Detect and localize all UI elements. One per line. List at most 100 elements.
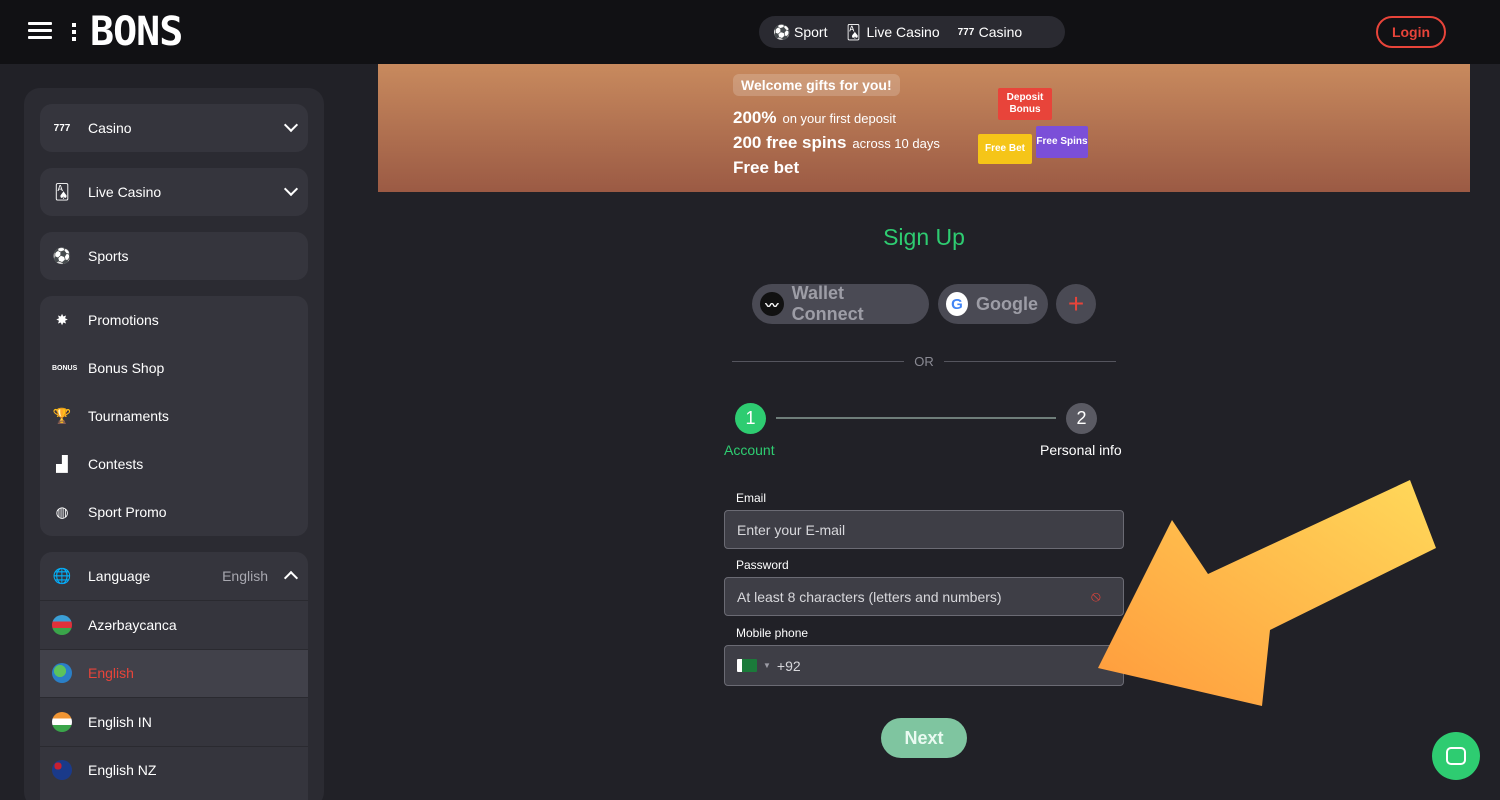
language-option-label: Azərbaycanca (88, 616, 177, 633)
next-button[interactable]: Next (881, 718, 967, 758)
phone-label: Mobile phone (736, 626, 809, 640)
bons-logo[interactable]: BONS (72, 9, 183, 55)
banner-line-2: 200 free spins across 10 days (733, 133, 940, 153)
sidebar-item-sports[interactable]: ⚽ Sports (40, 232, 308, 280)
email-field[interactable]: Enter your E-mail (724, 510, 1124, 549)
sidebar-item-contests[interactable]: ▟ Contests (40, 440, 308, 488)
cards-icon: 🂡 (54, 184, 70, 201)
nav-sport-label: Sport (794, 24, 828, 40)
globe-flag-icon (52, 663, 72, 684)
banner-line-1: 200% on your first deposit (733, 108, 896, 128)
caret-down-icon[interactable]: ▼ (763, 661, 771, 670)
pakistan-flag-icon[interactable] (737, 659, 757, 672)
bonus-badge-icon: BONUS (52, 364, 78, 372)
sidebar-item-casino[interactable]: 777 Casino (40, 104, 308, 152)
banner-line-3: Free bet (733, 158, 799, 178)
sidebar-item-bonus-shop[interactable]: BONUS Bonus Shop (40, 344, 308, 392)
phone-field[interactable]: ▼ +92 (724, 645, 1124, 686)
or-separator: OR (914, 354, 934, 369)
soccer-ball-icon: ⚽ (52, 248, 72, 265)
language-option-english-nz[interactable]: English NZ (40, 745, 308, 795)
sidebar-language-card: 🌐 Language English Azərbaycanca English … (40, 552, 308, 800)
top-nav: ⚽ Sport 🂡 Live Casino 777 Casino (759, 16, 1065, 48)
language-label: Language (88, 568, 151, 584)
sidebar-live-casino-card: 🂡 Live Casino (40, 168, 308, 216)
divider (944, 361, 1116, 362)
cards-icon: 🂡 (846, 23, 861, 40)
sidebar-promo-card: ✸ Promotions BONUS Bonus Shop 🏆 Tournaments… (40, 296, 308, 536)
deposit-bonus-tag: Deposit Bonus (998, 88, 1052, 120)
google-label: Google (976, 293, 1038, 314)
sidebar-casino-card: 777 Casino (40, 104, 308, 152)
wallet-connect-icon: 〰 (760, 292, 784, 316)
logo-text: BONS (90, 9, 183, 55)
chat-button[interactable] (1432, 732, 1480, 780)
login-button[interactable]: Login (1376, 16, 1446, 48)
nav-live-casino-label: Live Casino (866, 24, 940, 40)
slot-777-icon: 777 (53, 122, 71, 134)
banner-line-3-big: Free bet (733, 158, 800, 177)
language-option-label: English IN (88, 713, 152, 730)
language-option-az[interactable]: Azərbaycanca (40, 600, 308, 649)
india-flag-icon (52, 711, 72, 732)
trophy-icon: 🏆 (52, 408, 72, 425)
star-burst-icon: ✸ (55, 312, 69, 329)
step-progress-line (776, 417, 1056, 419)
sidebar: 777 Casino 🂡 Live Casino ⚽ Sports ✸ Promo… (24, 88, 324, 800)
nav-casino-label: Casino (978, 24, 1023, 40)
globe-icon: 🌐 (52, 568, 72, 585)
sidebar-item-label: Promotions (88, 312, 159, 328)
welcome-banner[interactable]: Welcome gifts for you! 200% on your first… (378, 64, 1470, 192)
banner-line-2-big: 200 free spins (733, 133, 847, 152)
sidebar-item-live-casino[interactable]: 🂡 Live Casino (40, 168, 308, 216)
azerbaijan-flag-icon (52, 614, 72, 635)
password-field[interactable]: At least 8 characters (letters and numbe… (724, 577, 1124, 616)
step-2-label: Personal info (1040, 442, 1122, 458)
phone-country-code: +92 (776, 657, 801, 674)
banner-line-1-big: 200% (733, 108, 777, 127)
wallet-connect-label: Wallet Connect (791, 283, 864, 324)
more-social-button[interactable]: + (1056, 284, 1096, 324)
step-1-label: Account (724, 442, 775, 458)
nav-sport[interactable]: ⚽ Sport (773, 24, 827, 41)
language-option-english-in[interactable]: English IN (40, 697, 308, 746)
google-icon: G (946, 292, 968, 316)
sidebar-item-label: Sport Promo (88, 504, 167, 520)
chevron-up-icon (283, 570, 299, 586)
bar-chart-icon: ▟ (56, 456, 68, 473)
password-placeholder: At least 8 characters (letters and numbe… (737, 588, 1002, 605)
sidebar-sports-card: ⚽ Sports (40, 232, 308, 280)
slot-777-icon: 777 (957, 26, 975, 38)
plus-icon: + (1067, 288, 1085, 319)
language-selector[interactable]: 🌐 Language English (40, 552, 308, 600)
highlight-arrow-icon (1098, 480, 1436, 706)
signup-title: Sign Up (883, 224, 965, 250)
sidebar-item-tournaments[interactable]: 🏆 Tournaments (40, 392, 308, 440)
chevron-down-icon (283, 117, 299, 133)
top-header: BONS ⚽ Sport 🂡 Live Casino 777 Casino Login (0, 0, 1500, 64)
sidebar-item-label: Contests (88, 456, 144, 472)
new-zealand-flag-icon (52, 760, 72, 781)
google-button[interactable]: G Google (938, 284, 1048, 324)
sidebar-item-promotions[interactable]: ✸ Promotions (40, 296, 308, 344)
email-placeholder: Enter your E-mail (737, 521, 846, 538)
sidebar-item-sport-promo[interactable]: ◍ Sport Promo (40, 488, 308, 536)
language-option-label: English NZ (88, 762, 157, 779)
menu-icon[interactable] (28, 22, 52, 40)
email-label: Email (736, 491, 767, 505)
wallet-connect-button[interactable]: 〰 Wallet Connect (752, 283, 929, 324)
sidebar-item-label: Casino (88, 120, 132, 136)
language-option-english[interactable]: English (40, 648, 308, 697)
chat-icon (1446, 747, 1466, 765)
language-option-label: English (88, 665, 134, 682)
password-label: Password (736, 558, 789, 572)
nav-casino[interactable]: 777 Casino (958, 24, 1023, 40)
sidebar-item-label: Bonus Shop (88, 360, 165, 376)
free-spins-tag: Free Spins (1036, 126, 1088, 158)
step-2-indicator: 2 (1066, 403, 1097, 434)
nav-live-casino[interactable]: 🂡 Live Casino (845, 24, 939, 41)
free-bet-tag: Free Bet (978, 134, 1032, 164)
sidebar-item-label: Live Casino (88, 184, 162, 200)
banner-line-1-small: on your first deposit (782, 111, 896, 126)
banner-line-2-small: across 10 days (852, 136, 940, 151)
